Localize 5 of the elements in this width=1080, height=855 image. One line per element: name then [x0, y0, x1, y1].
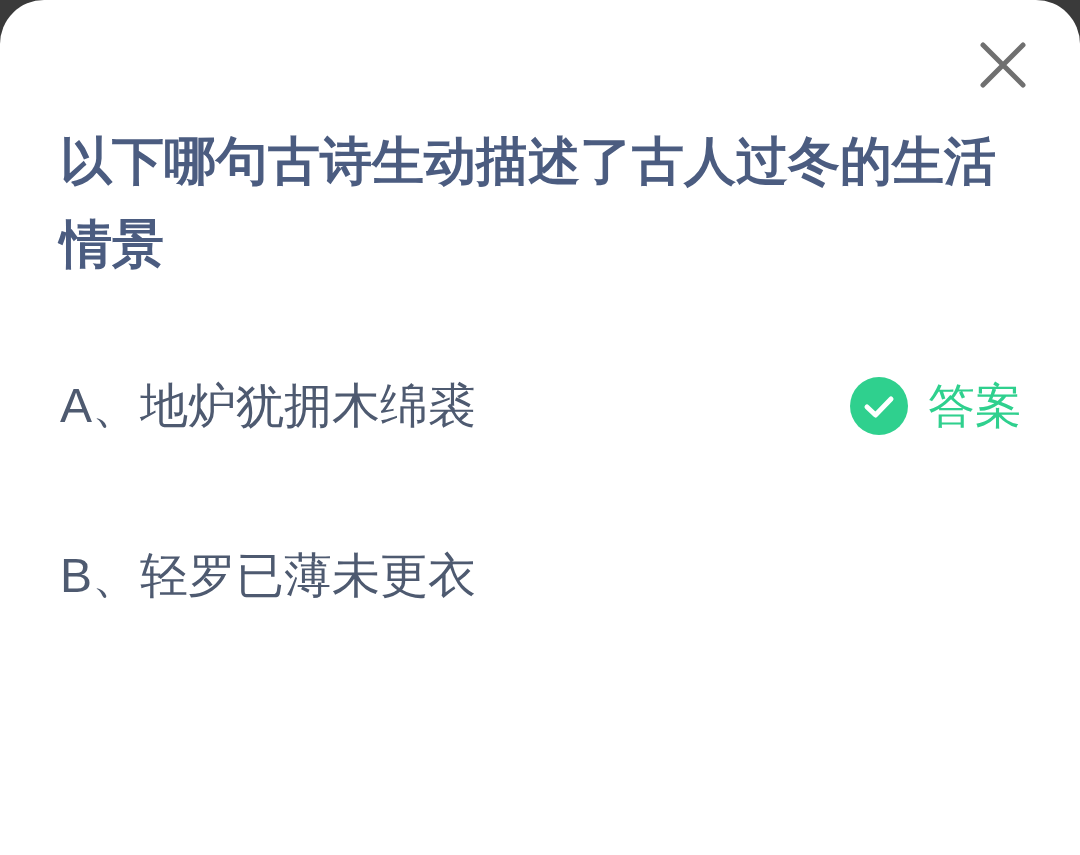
answer-label: 答案 — [928, 378, 1022, 434]
close-button[interactable] — [980, 42, 1026, 88]
close-icon — [980, 42, 1026, 88]
option-text: A、地炉犹拥木绵裘 — [60, 378, 476, 434]
option-text: B、轻罗已薄未更衣 — [60, 548, 476, 604]
